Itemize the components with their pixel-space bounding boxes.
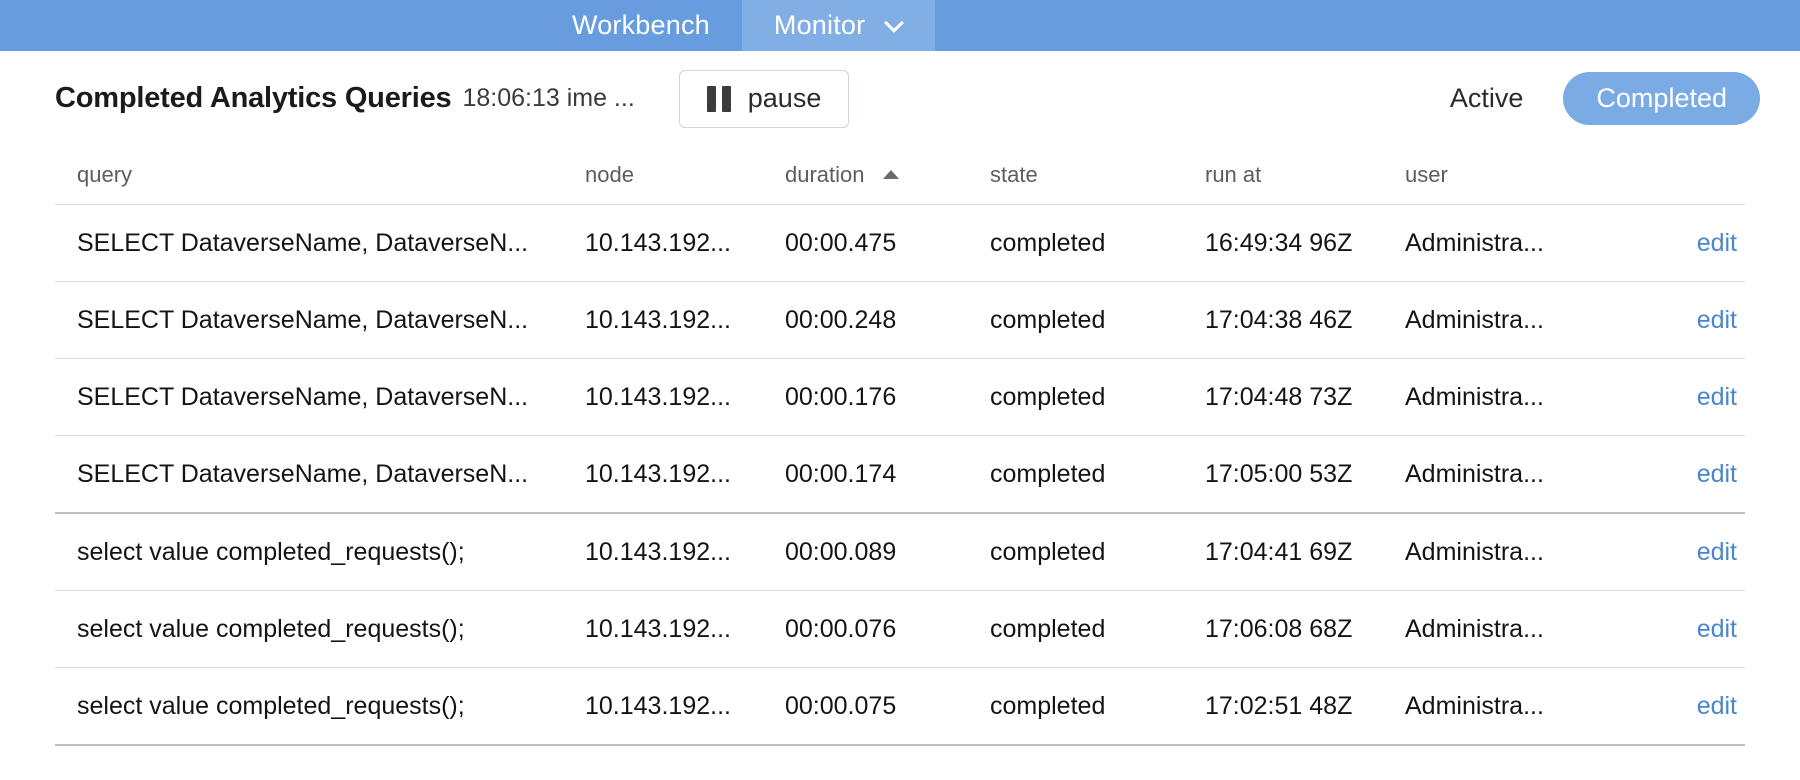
cell-runat: 17:04:38 46Z xyxy=(1205,306,1405,335)
pause-button[interactable]: pause xyxy=(679,70,850,128)
table-header-row: query node duration state run at user xyxy=(55,146,1745,204)
cell-query: select value completed_requests(); xyxy=(55,692,585,721)
table-row[interactable]: select value completed_requests();10.143… xyxy=(55,590,1745,667)
column-header-node-label: node xyxy=(585,162,634,187)
pause-icon xyxy=(707,86,731,112)
edit-link[interactable]: edit xyxy=(1697,460,1737,488)
nav-tab-workbench-label: Workbench xyxy=(572,10,710,41)
cell-actions: edit xyxy=(1617,306,1745,335)
table-row[interactable]: select value completed_requests();10.143… xyxy=(55,512,1745,590)
cell-actions: edit xyxy=(1617,460,1745,489)
cell-node: 10.143.192... xyxy=(585,229,785,258)
cell-user: Administra... xyxy=(1405,692,1617,721)
filter-active-button[interactable]: Active xyxy=(1444,83,1530,114)
cell-user: Administra... xyxy=(1405,229,1617,258)
sort-ascending-icon xyxy=(883,170,899,179)
cell-state: completed xyxy=(990,383,1205,412)
cell-runat: 17:02:51 48Z xyxy=(1205,692,1405,721)
filter-completed-button[interactable]: Completed xyxy=(1563,72,1760,125)
edit-link[interactable]: edit xyxy=(1697,538,1737,566)
column-header-run-at-label: run at xyxy=(1205,162,1261,187)
table-row[interactable]: SELECT DataverseName, DataverseN...10.14… xyxy=(55,281,1745,358)
edit-link[interactable]: edit xyxy=(1697,306,1737,334)
column-header-state-label: state xyxy=(990,162,1038,187)
cell-actions: edit xyxy=(1617,615,1745,644)
cell-duration: 00:00.248 xyxy=(785,306,990,335)
column-header-node[interactable]: node xyxy=(585,162,785,188)
table-body: SELECT DataverseName, DataverseN...10.14… xyxy=(55,204,1745,746)
cell-runat: 17:04:41 69Z xyxy=(1205,538,1405,567)
cell-user: Administra... xyxy=(1405,538,1617,567)
cell-state: completed xyxy=(990,460,1205,489)
cell-node: 10.143.192... xyxy=(585,615,785,644)
chevron-down-icon xyxy=(887,16,903,32)
cell-node: 10.143.192... xyxy=(585,306,785,335)
cell-state: completed xyxy=(990,615,1205,644)
cell-runat: 17:06:08 68Z xyxy=(1205,615,1405,644)
nav-tab-workbench[interactable]: Workbench xyxy=(540,0,742,51)
cell-state: completed xyxy=(990,229,1205,258)
cell-duration: 00:00.176 xyxy=(785,383,990,412)
edit-link[interactable]: edit xyxy=(1697,692,1737,720)
table-row[interactable]: SELECT DataverseName, DataverseN...10.14… xyxy=(55,358,1745,435)
cell-state: completed xyxy=(990,306,1205,335)
column-header-duration-label: duration xyxy=(785,162,865,187)
column-header-duration[interactable]: duration xyxy=(785,162,990,188)
nav-tab-monitor-label: Monitor xyxy=(774,10,865,41)
cell-duration: 00:00.475 xyxy=(785,229,990,258)
column-header-query-label: query xyxy=(77,162,132,187)
cell-actions: edit xyxy=(1617,383,1745,412)
cell-runat: 17:05:00 53Z xyxy=(1205,460,1405,489)
queries-table: query node duration state run at user SE… xyxy=(0,146,1800,746)
cell-node: 10.143.192... xyxy=(585,460,785,489)
cell-state: completed xyxy=(990,538,1205,567)
table-row[interactable]: SELECT DataverseName, DataverseN...10.14… xyxy=(55,204,1745,281)
cell-query: select value completed_requests(); xyxy=(55,615,585,644)
cell-actions: edit xyxy=(1617,229,1745,258)
cell-duration: 00:00.174 xyxy=(785,460,990,489)
pause-button-label: pause xyxy=(748,83,822,114)
cell-duration: 00:00.075 xyxy=(785,692,990,721)
table-row[interactable]: SELECT DataverseName, DataverseN...10.14… xyxy=(55,435,1745,512)
edit-link[interactable]: edit xyxy=(1697,383,1737,411)
edit-link[interactable]: edit xyxy=(1697,229,1737,257)
cell-actions: edit xyxy=(1617,692,1745,721)
cell-state: completed xyxy=(990,692,1205,721)
cell-runat: 16:49:34 96Z xyxy=(1205,229,1405,258)
edit-link[interactable]: edit xyxy=(1697,615,1737,643)
cell-node: 10.143.192... xyxy=(585,538,785,567)
column-header-user-label: user xyxy=(1405,162,1448,187)
table-header: query node duration state run at user xyxy=(55,146,1745,204)
cell-query: SELECT DataverseName, DataverseN... xyxy=(55,383,585,412)
cell-node: 10.143.192... xyxy=(585,383,785,412)
column-header-query[interactable]: query xyxy=(55,162,585,188)
column-header-run-at[interactable]: run at xyxy=(1205,162,1405,188)
cell-user: Administra... xyxy=(1405,460,1617,489)
cell-actions: edit xyxy=(1617,538,1745,567)
cell-query: SELECT DataverseName, DataverseN... xyxy=(55,460,585,489)
panel-header: Completed Analytics Queries 18:06:13 ime… xyxy=(0,51,1800,146)
column-header-user[interactable]: user xyxy=(1405,162,1617,188)
cell-node: 10.143.192... xyxy=(585,692,785,721)
cell-user: Administra... xyxy=(1405,383,1617,412)
cell-user: Administra... xyxy=(1405,615,1617,644)
cell-user: Administra... xyxy=(1405,306,1617,335)
nav-tab-monitor[interactable]: Monitor xyxy=(742,0,935,51)
cell-duration: 00:00.076 xyxy=(785,615,990,644)
page-title: Completed Analytics Queries xyxy=(55,82,451,115)
cell-duration: 00:00.089 xyxy=(785,538,990,567)
cell-query: SELECT DataverseName, DataverseN... xyxy=(55,306,585,335)
table-row[interactable]: select value completed_requests();10.143… xyxy=(55,667,1745,746)
page-subtitle-timestamp: 18:06:13 ime ... xyxy=(462,84,634,113)
cell-query: select value completed_requests(); xyxy=(55,538,585,567)
column-header-state[interactable]: state xyxy=(990,162,1205,188)
cell-runat: 17:04:48 73Z xyxy=(1205,383,1405,412)
cell-query: SELECT DataverseName, DataverseN... xyxy=(55,229,585,258)
top-navigation-bar: Workbench Monitor xyxy=(0,0,1800,51)
